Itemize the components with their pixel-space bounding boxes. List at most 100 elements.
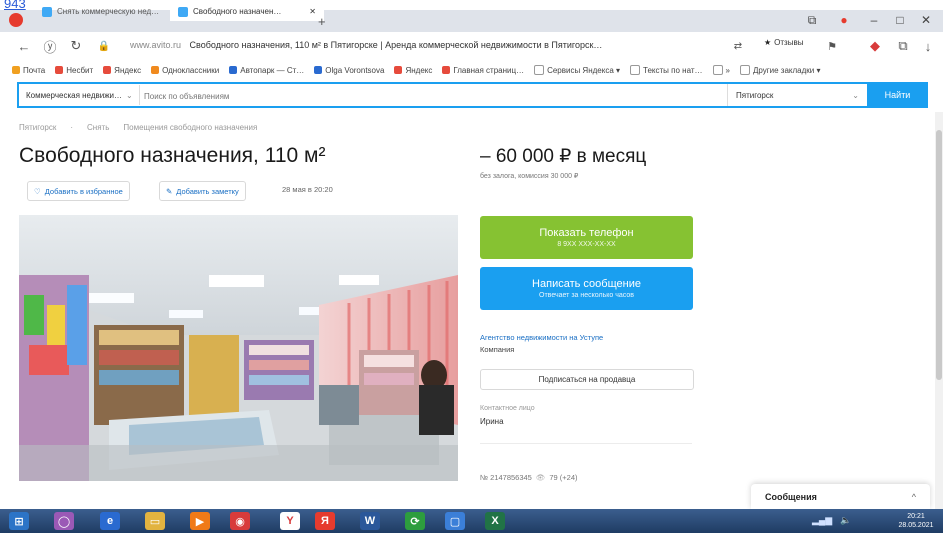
corner-number: 943: [4, 0, 26, 11]
media-player-icon[interactable]: ▶: [190, 512, 210, 530]
bookmark-label: »: [725, 65, 730, 75]
word-icon[interactable]: W: [360, 512, 380, 530]
windows-taskbar: [0, 509, 943, 533]
bookmark-item[interactable]: Olga Vorontsova: [314, 66, 384, 75]
page-title: Свободного назначения, 110 м²: [19, 144, 326, 167]
bookmark-icon[interactable]: ⚑: [822, 36, 842, 56]
reload-icon[interactable]: ↻: [66, 36, 86, 56]
bookmark-item[interactable]: Яндекс: [394, 66, 432, 75]
network-icon[interactable]: ▂▄▆: [812, 515, 832, 526]
bookmark-item[interactable]: »: [712, 65, 730, 75]
contact-person-label: Контактное лицо: [480, 405, 535, 412]
bookmark-item[interactable]: Другие закладки ▾: [739, 65, 821, 75]
tab-listings[interactable]: Снять коммерческую нед…: [34, 2, 182, 21]
system-tray[interactable]: ▂▄▆ 🔈: [812, 515, 851, 526]
volume-icon[interactable]: 🔈: [840, 515, 851, 526]
breadcrumb-item[interactable]: Снять: [87, 123, 109, 132]
contact-person-name: Ирина: [480, 417, 504, 426]
city-value: Пятигорск: [736, 90, 774, 100]
chat-app-icon[interactable]: ◯: [54, 512, 74, 530]
write-message-button[interactable]: Написать сообщение Отвечает за несколько…: [480, 267, 693, 310]
listing-meta: № 2147856345 👁 79 (+24): [480, 473, 578, 482]
maximize-button[interactable]: □: [888, 10, 912, 30]
bookmark-item[interactable]: Одноклассники: [151, 66, 219, 75]
tab-close-icon[interactable]: ✕: [309, 7, 316, 16]
excel-icon[interactable]: X: [485, 512, 505, 530]
folder-icon[interactable]: ▭: [145, 512, 165, 530]
bookmark-favicon-icon: [314, 66, 323, 74]
yandex-home-icon[interactable]: ⓨ: [40, 36, 60, 56]
find-button[interactable]: Найти: [867, 82, 928, 108]
city-select[interactable]: Пятигорск ⌄: [727, 84, 867, 106]
yandex-browser-logo-icon[interactable]: [9, 13, 23, 27]
extension-icon[interactable]: ◆: [865, 36, 885, 56]
lock-icon[interactable]: 🔒: [94, 36, 114, 56]
bookmark-item[interactable]: Главная страниц…: [442, 66, 524, 75]
breadcrumb-item[interactable]: Помещения свободного назначения: [123, 123, 257, 132]
category-select[interactable]: Коммерческая недвижи… ⌄: [20, 85, 140, 105]
view-count: 79 (+24): [549, 473, 578, 482]
bookmark-label: Одноклассники: [162, 65, 220, 75]
subscribe-seller-button[interactable]: Подписаться на продавца: [480, 369, 694, 390]
add-to-favorites-button[interactable]: ♡ Добавить в избранное: [27, 181, 130, 201]
bookmark-item[interactable]: Сервисы Яндекса ▾: [534, 65, 620, 75]
show-phone-button[interactable]: Показать телефон 8 9ХХ ХХХ-ХХ-ХХ: [480, 216, 693, 259]
seller-link[interactable]: Агентство недвижимости на Уступе: [480, 333, 603, 342]
show-phone-label: Показать телефон: [539, 227, 634, 239]
tab-label: Снять коммерческую нед…: [57, 7, 160, 16]
breadcrumb-item[interactable]: Пятигорск: [19, 123, 56, 132]
download-icon[interactable]: ↓: [918, 36, 938, 56]
scrollbar-thumb[interactable]: [936, 130, 942, 380]
eye-icon: 👁: [535, 473, 546, 482]
bookmark-item[interactable]: Яндекс: [103, 66, 141, 75]
translate-icon[interactable]: ⇄: [728, 36, 748, 56]
item-number: № 2147856345: [480, 473, 532, 482]
tab-current-listing[interactable]: Свободного назначен… ✕: [170, 2, 324, 21]
masked-phone: 8 9ХХ ХХХ-ХХ-ХХ: [557, 241, 616, 248]
bookmark-item[interactable]: Тексты по нат…: [630, 65, 703, 75]
yandex-browser-icon[interactable]: Я: [315, 512, 335, 530]
bookmark-manager-icon[interactable]: ⧉: [800, 10, 824, 30]
listing-price: – 60 000 ₽ в месяц: [480, 146, 647, 167]
favorite-label: Добавить в избранное: [44, 186, 123, 196]
messages-widget[interactable]: Сообщения ^: [751, 484, 930, 509]
bookmark-label: Несбит: [66, 65, 94, 75]
app-icon[interactable]: ◉: [230, 512, 250, 530]
divider: [480, 443, 692, 444]
new-tab-button[interactable]: +: [318, 14, 326, 29]
window-icon[interactable]: ▢: [445, 512, 465, 530]
bookmark-label: Olga Vorontsova: [325, 65, 385, 75]
write-message-label: Написать сообщение: [532, 278, 641, 290]
bookmark-item[interactable]: Несбит: [55, 66, 93, 75]
bookmark-item[interactable]: Автопарк — Ст…: [229, 66, 304, 75]
close-window-button[interactable]: ✕: [914, 10, 938, 30]
bookmark-favicon-icon: [394, 66, 403, 74]
listing-photo[interactable]: [19, 215, 458, 481]
response-time: Отвечает за несколько часов: [539, 292, 634, 299]
add-note-button[interactable]: ✎ Добавить заметку: [159, 181, 246, 201]
chevron-down-icon: ⌄: [126, 90, 133, 100]
back-arrow-icon[interactable]: ←: [14, 36, 34, 56]
collections-icon[interactable]: ⧉: [893, 36, 913, 56]
bookmark-favicon-icon: [442, 66, 451, 74]
taskbar-clock[interactable]: 20:21 28.05.2021: [896, 512, 936, 530]
bookmark-label: Тексты по нат…: [643, 65, 703, 75]
search-input[interactable]: [142, 85, 726, 107]
price-note: без залога, комиссия 30 000 ₽: [480, 173, 579, 180]
star-icon: ★: [764, 38, 772, 47]
reviews-widget[interactable]: ★ Отзывы: [764, 38, 803, 47]
store-interior-image: [19, 215, 458, 481]
browser-icon[interactable]: e: [100, 512, 120, 530]
minimize-button[interactable]: –: [862, 10, 886, 30]
chevron-up-icon[interactable]: ^: [912, 492, 916, 502]
yandex-alice-icon[interactable]: ●: [832, 10, 856, 30]
windows-start-icon[interactable]: ⊞: [9, 512, 29, 530]
yandex-icon[interactable]: Y: [280, 512, 300, 530]
address-page-title: Свободного назначения, 110 м² в Пятигорс…: [189, 40, 603, 50]
tab-label: Свободного назначен…: [193, 7, 282, 16]
sync-icon[interactable]: ⟳: [405, 512, 425, 530]
clock-time: 20:21: [907, 513, 925, 520]
bookmark-item[interactable]: Почта: [12, 66, 45, 75]
bookmark-label: Яндекс: [114, 65, 142, 75]
address-field[interactable]: www.avito.ru Свободного назначения, 110 …: [130, 40, 710, 50]
